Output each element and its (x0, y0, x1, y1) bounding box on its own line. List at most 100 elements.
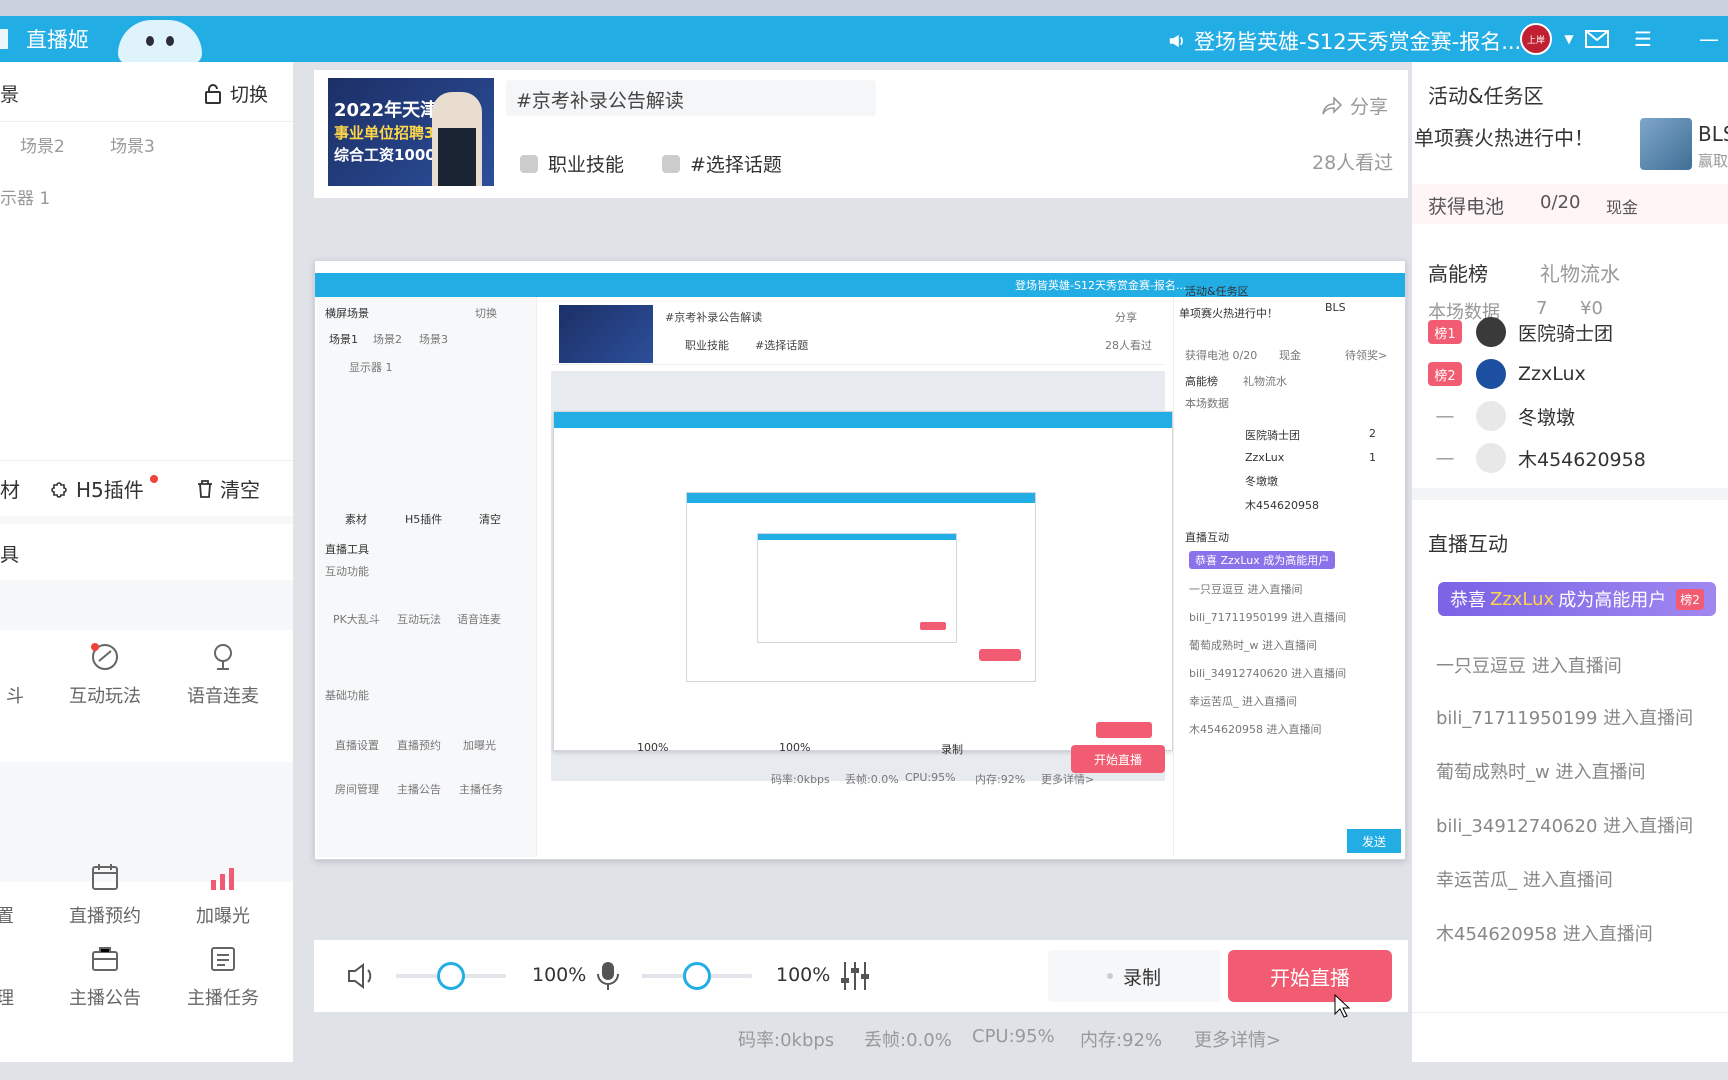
h5-plugin-button[interactable]: H5插件 (50, 474, 158, 503)
interaction-title: 直播互动 (1428, 532, 1508, 556)
avatar (1476, 317, 1506, 347)
interactive-play-button[interactable]: 互动玩法 (50, 640, 160, 708)
captured-tag2: #选择话题 (755, 339, 809, 352)
captured-clear: 清空 (479, 513, 501, 526)
captured-display: 显示器 1 (349, 361, 393, 374)
mic-knob[interactable] (683, 962, 711, 990)
reserve-label: 直播预约 (69, 906, 141, 927)
room-title-marquee[interactable]: 登场皆英雄-S12天秀赏金赛-报名... (1168, 26, 1521, 56)
menu-icon[interactable]: ☰ (1630, 26, 1656, 52)
captured-rank1-val: 2 (1369, 427, 1376, 440)
captured-start-button: 开始直播 (1071, 745, 1165, 773)
rank-row[interactable]: 榜2 ZzxLux (1428, 354, 1728, 394)
speaker-icon[interactable] (346, 962, 378, 990)
switch-button[interactable]: 切换 (204, 80, 268, 107)
pk-icon (0, 640, 33, 674)
captured-activity: 活动&任务区 (1185, 285, 1249, 298)
congrats-banner: 恭喜 ZzxLux 成为高能用户 榜2 (1438, 582, 1716, 616)
chat-input[interactable] (1412, 1012, 1728, 1062)
record-button[interactable]: 录制 (1048, 950, 1220, 1002)
start-live-button[interactable]: 开始直播 (1228, 950, 1392, 1002)
single-event-banner[interactable]: 单项赛火热进行中！ (1414, 122, 1594, 151)
title-bar: 直播姬 登场皆英雄-S12天秀赏金赛-报名... 上岸 ▼ ☰ — (0, 16, 1728, 64)
volume-percent: 100% (532, 964, 587, 986)
rank-row[interactable]: — 冬墩墩 (1428, 396, 1728, 436)
bls-label: BLS (1698, 122, 1728, 146)
rank-name: 木454620958 (1518, 448, 1646, 471)
voice-label: 语音连麦 (187, 686, 259, 707)
captured-screen-level3 (686, 492, 1036, 682)
chevron-down-icon[interactable]: ▼ (1556, 26, 1582, 52)
h5-plugin-label: H5插件 (76, 478, 144, 502)
presenter-image (432, 92, 482, 186)
app-logo-icon (0, 29, 8, 49)
settings-label: 置 (0, 906, 14, 927)
chat-message: 葡萄成熟时_w 进入直播间 (1436, 762, 1646, 783)
tab-scene3[interactable]: 场景3 (110, 132, 155, 157)
topic-tag[interactable]: #选择话题 (662, 150, 782, 177)
mixer-icon[interactable] (840, 960, 870, 992)
volume-knob[interactable] (437, 962, 465, 990)
scene-header: 景 切换 (0, 62, 293, 122)
mic-slider[interactable] (642, 962, 752, 990)
captured-msg1: 一只豆逗豆 进入直播间 (1189, 583, 1303, 596)
captured-giftflow: 礼物流水 (1243, 375, 1287, 388)
captured-stat-mem: 内存:92% (975, 773, 1026, 786)
cash-label[interactable]: 现金 (1606, 194, 1638, 218)
battery-value: 0/20 (1540, 192, 1581, 213)
rank-row[interactable]: 榜1 医院骑士团 (1428, 312, 1728, 352)
level4-start-button (920, 622, 946, 630)
captured-msg3: 葡萄成熟时_w 进入直播间 (1189, 639, 1317, 652)
cover-thumbnail[interactable]: 2022年天津滨海 事业单位招聘331人 综合工资10000+ (328, 78, 494, 186)
tab-scene2[interactable]: 场景2 (20, 132, 65, 157)
notification-dot (149, 474, 158, 483)
captured-info-card (551, 301, 1165, 365)
captured-material: 素材 (345, 513, 367, 526)
share-button[interactable]: 分享 (1322, 92, 1388, 119)
mic-icon[interactable] (596, 960, 620, 992)
captured-bls: BLS (1325, 301, 1346, 314)
event-thumbnail[interactable] (1640, 118, 1692, 170)
boost-button[interactable]: 加曝光 (168, 860, 278, 928)
cpu-stat: CPU:95% (972, 1026, 1055, 1047)
volume-slider[interactable] (396, 962, 506, 990)
rank-name: ZzxLux (1518, 363, 1586, 385)
captured-screen-level2 (553, 411, 1173, 751)
captured-interactive: 互动玩法 (397, 613, 441, 626)
rank-name: 冬墩墩 (1518, 406, 1576, 429)
captured-screen-level4 (757, 533, 957, 643)
level4-title-bar (758, 534, 956, 540)
notice-button[interactable]: 主播公告 (50, 942, 160, 1010)
task-button[interactable]: 主播任务 (168, 942, 278, 1010)
user-avatar[interactable]: 上岸 (1520, 23, 1552, 55)
mascot-icon (118, 20, 202, 64)
tab-giftflow[interactable]: 礼物流水 (1540, 258, 1620, 287)
rank-badge: — (1435, 447, 1455, 469)
material-button[interactable]: 材 (0, 474, 20, 503)
topic-input[interactable]: #京考补录公告解读 (506, 80, 876, 116)
chat-message: 木454620958 进入直播间 (1436, 924, 1653, 945)
minimize-icon[interactable]: — (1696, 26, 1722, 52)
captured-msg4: bili_34912740620 进入直播间 (1189, 667, 1347, 680)
clear-button[interactable]: 清空 (196, 474, 260, 503)
category-tag[interactable]: 职业技能 (520, 150, 624, 177)
bitrate-stat: 码率:0kbps (738, 1030, 835, 1051)
stream-stats: 码率:0kbps 丢帧:0.0% CPU:95% 内存:92% 更多详情> (314, 1020, 1408, 1056)
room-info-card: 2022年天津滨海 事业单位招聘331人 综合工资10000+ #京考补录公告解… (314, 70, 1408, 198)
boost-label: 加曝光 (196, 906, 250, 927)
more-details-link[interactable]: 更多详情> (1194, 1026, 1281, 1052)
captured-scene1: 场景1 (329, 333, 358, 346)
rank-row[interactable]: — 木454620958 (1428, 438, 1728, 478)
mail-icon[interactable] (1584, 26, 1610, 52)
boost-icon (205, 860, 241, 894)
captured-screen: 登场皆英雄-S12天秀赏金赛-报名... 横屏场景 切换 场景1 场景2 场景3… (314, 260, 1406, 860)
source-display-1[interactable]: 示器 1 (0, 184, 50, 209)
app-name: 直播姬 (26, 28, 89, 52)
captured-tag1: 职业技能 (685, 339, 729, 352)
congrats-user[interactable]: ZzxLux (1490, 589, 1554, 610)
voice-link-button[interactable]: 语音连麦 (168, 640, 278, 708)
tab-highpower[interactable]: 高能榜 (1428, 258, 1488, 287)
pk-label: 斗 (6, 686, 24, 707)
reserve-button[interactable]: 直播预约 (50, 860, 160, 928)
activity-title: 活动&任务区 (1428, 84, 1544, 108)
